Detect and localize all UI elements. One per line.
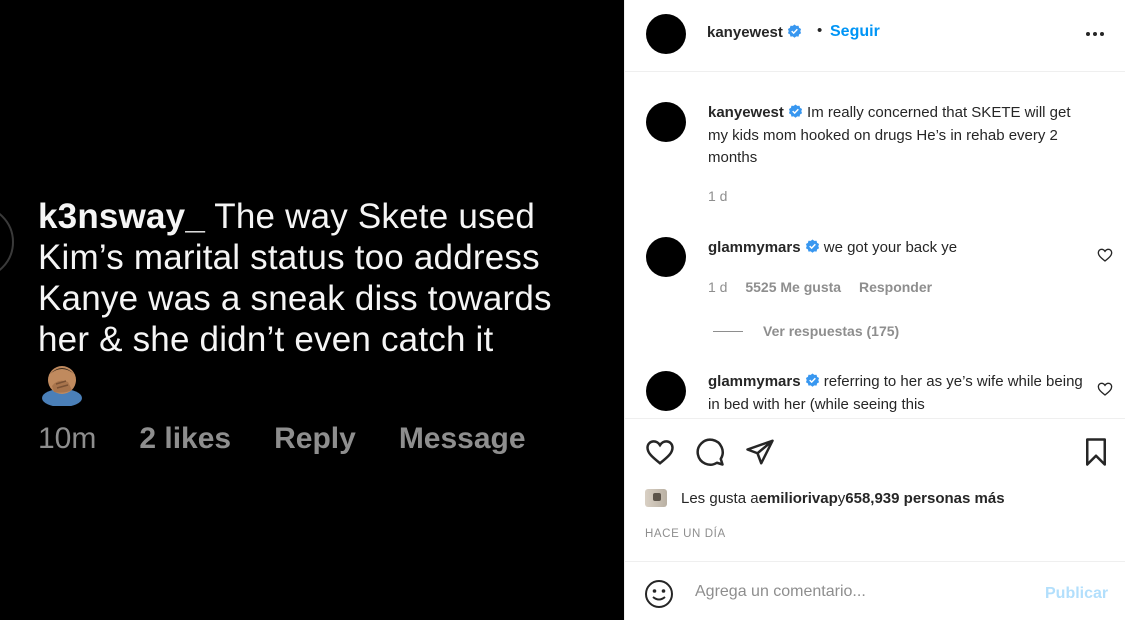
caption-meta: 1 d bbox=[708, 188, 741, 204]
post-image[interactable]: k3nsway_ The way Skete used Kim’s marita… bbox=[0, 0, 624, 620]
bookmark-icon[interactable] bbox=[1081, 437, 1111, 467]
likes-prefix: Les gusta a bbox=[681, 489, 759, 507]
comment-time: 1 d bbox=[708, 279, 728, 295]
avatar[interactable] bbox=[646, 14, 686, 54]
follow-button[interactable]: Seguir bbox=[830, 23, 880, 41]
comment-text: glammymars we got your back ye bbox=[708, 237, 1093, 260]
comments-list[interactable]: kanyewest Im really concerned that SKETE… bbox=[625, 73, 1125, 418]
heart-icon[interactable] bbox=[645, 437, 675, 467]
view-replies-button[interactable]: Ver respuestas (175) bbox=[713, 323, 899, 339]
post-sidebar: kanyewest • Seguir kanyewest Im really c… bbox=[624, 0, 1125, 620]
heart-icon[interactable] bbox=[1097, 247, 1113, 263]
image-comment-meta: 10m 2 likes Reply Message bbox=[38, 422, 569, 456]
likes-count[interactable]: 658,939 personas más bbox=[845, 490, 1004, 507]
comment-meta: 1 d 5525 Me gusta Responder bbox=[708, 279, 946, 295]
avatar[interactable] bbox=[646, 371, 686, 411]
comment-text: glammymars referring to her as ye’s wife… bbox=[708, 371, 1093, 416]
post-header: kanyewest • Seguir bbox=[625, 0, 1125, 72]
image-comment-likes: 2 likes bbox=[139, 422, 232, 455]
add-comment-bar: Publicar bbox=[625, 561, 1125, 620]
liker-username[interactable]: emiliorivap bbox=[759, 490, 838, 507]
comment-username[interactable]: glammymars bbox=[708, 239, 801, 256]
facepalm-emoji-icon bbox=[42, 366, 82, 406]
liker-thumbnail bbox=[645, 489, 667, 507]
avatar-ring bbox=[0, 205, 14, 279]
likes-middle: y bbox=[837, 489, 846, 507]
post-timestamp[interactable]: HACE UN DÍA bbox=[645, 528, 726, 540]
post-actions: Les gusta a emiliorivap y 658,939 person… bbox=[625, 418, 1125, 560]
image-comment-text: k3nsway_ The way Skete used Kim’s marita… bbox=[38, 196, 598, 360]
comment-username[interactable]: glammymars bbox=[708, 373, 801, 390]
emoji-icon[interactable] bbox=[644, 579, 674, 609]
caption-text: kanyewest Im really concerned that SKETE… bbox=[708, 102, 1093, 170]
share-icon[interactable] bbox=[745, 437, 775, 467]
image-comment-username: k3nsway_ bbox=[38, 197, 205, 236]
heart-icon[interactable] bbox=[1097, 381, 1113, 397]
header-username-link[interactable]: kanyewest bbox=[707, 24, 802, 41]
reply-button[interactable]: Responder bbox=[859, 279, 932, 295]
publish-button[interactable]: Publicar bbox=[1045, 585, 1108, 603]
divider bbox=[713, 330, 743, 332]
image-comment-message: Message bbox=[398, 422, 526, 455]
comment-input[interactable] bbox=[695, 581, 1025, 603]
verified-badge-icon bbox=[805, 239, 819, 253]
verified-badge-icon bbox=[788, 104, 802, 118]
comment-body: we got your back ye bbox=[819, 239, 958, 256]
header-username: kanyewest bbox=[707, 24, 783, 41]
image-comment-time: 10m bbox=[38, 422, 97, 455]
view-replies-label: Ver respuestas (175) bbox=[763, 323, 900, 339]
image-comment-reply: Reply bbox=[274, 422, 356, 455]
comment-icon[interactable] bbox=[695, 437, 725, 467]
caption-username[interactable]: kanyewest bbox=[708, 104, 784, 121]
verified-badge-icon bbox=[805, 373, 819, 387]
comment-likes[interactable]: 5525 Me gusta bbox=[745, 279, 841, 295]
separator-dot: • bbox=[817, 22, 823, 39]
likes-summary[interactable]: Les gusta a emiliorivap y 658,939 person… bbox=[645, 489, 1005, 507]
avatar[interactable] bbox=[646, 237, 686, 277]
caption-time: 1 d bbox=[708, 188, 728, 204]
avatar[interactable] bbox=[646, 102, 686, 142]
verified-badge-icon bbox=[787, 24, 801, 38]
more-options-icon[interactable] bbox=[1084, 24, 1106, 44]
